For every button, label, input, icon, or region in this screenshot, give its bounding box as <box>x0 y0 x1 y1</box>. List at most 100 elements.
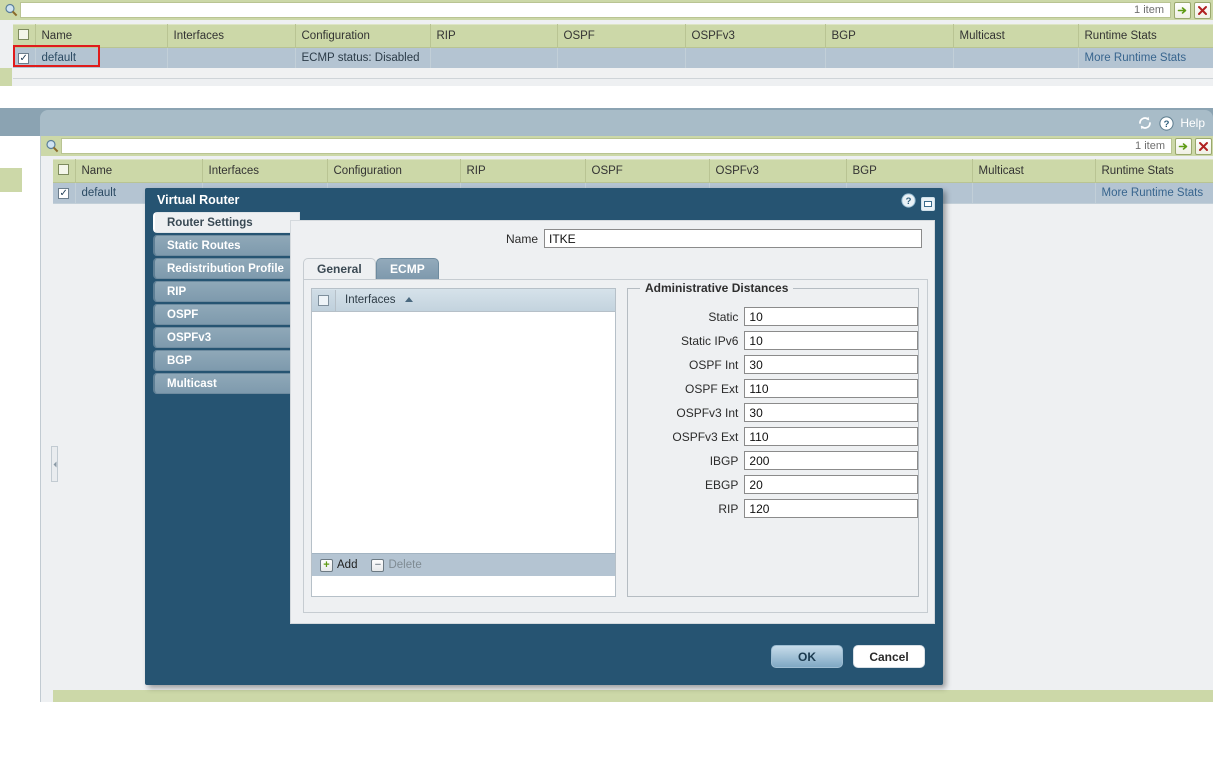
general-tab-pane: Interfaces + Add − Delete <box>303 280 928 613</box>
input-static[interactable] <box>744 307 918 326</box>
column-header-multicast[interactable]: Multicast <box>972 160 1095 183</box>
cancel-button[interactable]: Cancel <box>853 645 925 668</box>
cell-runtime-stats[interactable]: More Runtime Stats <box>1078 48 1213 69</box>
column-header-ospf[interactable]: OSPF <box>557 25 685 48</box>
select-all-checkbox-cell[interactable] <box>53 160 75 183</box>
search-magnifier-icon[interactable] <box>2 1 20 19</box>
sidebar-item-redistribution-profile[interactable]: Redistribution Profile <box>153 258 300 279</box>
dialog-content-area: Name General ECMP Interfaces <box>290 220 935 624</box>
label-ospfv3-int: OSPFv3 Int <box>628 406 744 420</box>
arrow-right-icon[interactable] <box>1174 2 1191 19</box>
column-header-configuration[interactable]: Configuration <box>295 25 430 48</box>
label-ospfv3-ext: OSPFv3 Ext <box>628 430 744 444</box>
column-header-runtime-stats[interactable]: Runtime Stats <box>1078 25 1213 48</box>
sidebar-item-multicast[interactable]: Multicast <box>153 373 300 394</box>
sidebar-item-label: Static Routes <box>167 240 241 252</box>
ok-button[interactable]: OK <box>771 645 843 668</box>
column-header-runtime-stats[interactable]: Runtime Stats <box>1095 160 1213 183</box>
column-header-name[interactable]: Name <box>75 160 202 183</box>
delete-button-label: Delete <box>388 559 421 571</box>
table-row[interactable]: ✓ default ECMP status: Disabled More Run… <box>13 48 1213 69</box>
input-ospfv3-ext[interactable] <box>744 427 918 446</box>
grid-footer-strip <box>53 690 1213 702</box>
search-input-top[interactable] <box>20 2 1128 18</box>
add-button-label: Add <box>337 559 357 571</box>
sidebar-item-ospfv3[interactable]: OSPFv3 <box>153 327 300 348</box>
table-header-row: Name Interfaces Configuration RIP OSPF O… <box>13 25 1213 48</box>
column-header-name[interactable]: Name <box>35 25 167 48</box>
administrative-distances-fieldset: Administrative Distances Static Static I… <box>627 288 919 597</box>
minimize-window-icon[interactable] <box>921 197 935 211</box>
sidebar-collapse-handle[interactable] <box>51 446 58 482</box>
close-x-icon[interactable] <box>1194 2 1211 19</box>
column-header-rip[interactable]: RIP <box>430 25 557 48</box>
interfaces-select-all-checkbox[interactable] <box>318 295 329 306</box>
input-rip[interactable] <box>744 499 918 518</box>
select-all-checkbox-cell[interactable] <box>13 25 35 48</box>
add-interface-button[interactable]: + Add <box>320 559 357 572</box>
help-label[interactable]: Help <box>1180 116 1205 130</box>
arrow-right-icon[interactable] <box>1175 138 1192 155</box>
tab-general[interactable]: General <box>303 258 376 279</box>
search-input-main[interactable] <box>61 138 1129 154</box>
search-magnifier-icon[interactable] <box>43 137 61 155</box>
input-ospfv3-int[interactable] <box>744 403 918 422</box>
select-all-checkbox[interactable] <box>58 164 69 175</box>
input-ebgp[interactable] <box>744 475 918 494</box>
field-row-ebgp: EBGP <box>628 475 918 494</box>
cell-multicast <box>972 183 1095 204</box>
select-all-checkbox[interactable] <box>18 29 29 40</box>
input-ospf-ext[interactable] <box>744 379 918 398</box>
sidebar-item-router-settings[interactable]: Router Settings <box>153 212 300 233</box>
row-checkbox[interactable]: ✓ <box>58 188 69 199</box>
input-static-ipv6[interactable] <box>744 331 918 350</box>
column-header-ospfv3[interactable]: OSPFv3 <box>685 25 825 48</box>
column-header-rip[interactable]: RIP <box>460 160 585 183</box>
plus-icon: + <box>320 559 333 572</box>
column-header-bgp[interactable]: BGP <box>846 160 972 183</box>
cell-multicast <box>953 48 1078 69</box>
interfaces-list-header: Interfaces <box>312 289 615 312</box>
sidebar-item-rip[interactable]: RIP <box>153 281 300 302</box>
refresh-icon[interactable] <box>1137 115 1153 131</box>
name-input[interactable] <box>544 229 922 248</box>
help-circle-icon[interactable]: ? <box>1159 116 1174 131</box>
sidebar-item-bgp[interactable]: BGP <box>153 350 300 371</box>
left-green-strip-top <box>0 68 12 86</box>
interfaces-list-body[interactable] <box>312 312 615 553</box>
column-header-bgp[interactable]: BGP <box>825 25 953 48</box>
dialog-title-bar: Virtual Router ? <box>145 188 943 212</box>
row-checkbox[interactable]: ✓ <box>18 53 29 64</box>
interfaces-column-header[interactable]: Interfaces <box>336 294 413 306</box>
table-header-row: Name Interfaces Configuration RIP OSPF O… <box>53 160 1213 183</box>
sidebar-item-ospf[interactable]: OSPF <box>153 304 300 325</box>
column-header-interfaces[interactable]: Interfaces <box>167 25 295 48</box>
row-checkbox-cell[interactable]: ✓ <box>53 183 75 204</box>
row-checkbox-cell[interactable]: ✓ <box>13 48 35 69</box>
column-header-multicast[interactable]: Multicast <box>953 25 1078 48</box>
input-ospf-int[interactable] <box>744 355 918 374</box>
column-header-ospf[interactable]: OSPF <box>585 160 709 183</box>
close-x-icon[interactable] <box>1195 138 1212 155</box>
virtual-router-table-top: Name Interfaces Configuration RIP OSPF O… <box>13 24 1213 69</box>
input-ibgp[interactable] <box>744 451 918 470</box>
minimize-glyph <box>924 201 932 207</box>
virtual-router-dialog: Virtual Router ? Router Settings Static … <box>145 188 943 685</box>
search-bar-top: 1 item <box>0 0 1213 20</box>
field-row-ibgp: IBGP <box>628 451 918 470</box>
column-header-interfaces[interactable]: Interfaces <box>202 160 327 183</box>
cell-bgp <box>825 48 953 69</box>
interfaces-list-actions: + Add − Delete <box>312 553 615 576</box>
column-header-ospfv3[interactable]: OSPFv3 <box>709 160 846 183</box>
tab-ecmp[interactable]: ECMP <box>376 258 439 279</box>
cell-runtime-stats[interactable]: More Runtime Stats <box>1095 183 1213 204</box>
interfaces-select-all-cell[interactable] <box>312 290 336 311</box>
cell-name[interactable]: default <box>35 48 167 69</box>
help-circle-icon[interactable]: ? <box>901 192 916 216</box>
sort-ascending-icon[interactable] <box>405 297 413 302</box>
delete-interface-button[interactable]: − Delete <box>371 559 421 572</box>
sidebar-item-static-routes[interactable]: Static Routes <box>153 235 300 256</box>
column-header-configuration[interactable]: Configuration <box>327 160 460 183</box>
sidebar-item-label: OSPF <box>167 309 198 321</box>
search-bar-main: 1 item <box>41 136 1213 156</box>
